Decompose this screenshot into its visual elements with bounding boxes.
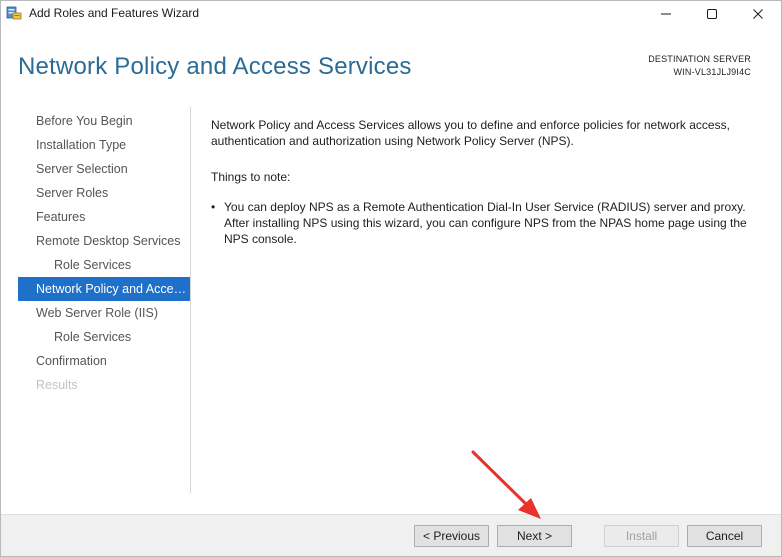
nav-item-results: Results: [36, 378, 78, 392]
minimize-icon[interactable]: [643, 1, 689, 27]
title-bar: Add Roles and Features Wizard: [1, 1, 781, 27]
nav-item-features[interactable]: Features: [18, 205, 190, 229]
window-title: Add Roles and Features Wizard: [29, 6, 200, 20]
nav-item-before-you-begin[interactable]: Before You Begin: [18, 109, 190, 133]
nav-item-server-roles[interactable]: Server Roles: [18, 181, 190, 205]
nav-item-web-server-role[interactable]: Web Server Role (IIS): [18, 301, 190, 325]
page-title: Network Policy and Access Services: [18, 53, 412, 80]
server-manager-icon: [6, 5, 22, 21]
nav-divider: [190, 107, 191, 493]
nav-item-remote-desktop-services[interactable]: Remote Desktop Services: [18, 229, 190, 253]
close-icon[interactable]: [735, 1, 781, 27]
previous-button[interactable]: < Previous: [414, 525, 489, 547]
nav-item-rds-role-services[interactable]: Role Services: [18, 253, 190, 277]
note-item: • You can deploy NPS as a Remote Authent…: [211, 199, 761, 247]
bullet: •: [211, 200, 216, 214]
nav-item-server-selection[interactable]: Server Selection: [18, 157, 190, 181]
cancel-button[interactable]: Cancel: [687, 525, 762, 547]
nav-item-network-policy-access-services[interactable]: Network Policy and Access Services: [18, 277, 190, 301]
destination-server-name: WIN-VL31JLJ9I4C: [673, 67, 751, 77]
content-pane: Network Policy and Access Services allow…: [211, 117, 761, 247]
note-text: You can deploy NPS as a Remote Authentic…: [224, 200, 747, 246]
nav-item-iis-role-services[interactable]: Role Services: [18, 325, 190, 349]
button-bar: < Previous Next > Install Cancel: [1, 514, 781, 556]
destination-server-label: DESTINATION SERVER: [648, 54, 751, 64]
intro-text: Network Policy and Access Services allow…: [211, 118, 730, 148]
nav-item-installation-type[interactable]: Installation Type: [18, 133, 190, 157]
wizard-steps-nav: Before You Begin Installation Type Serve…: [18, 109, 190, 397]
maximize-icon[interactable]: [689, 1, 735, 27]
notes-heading: Things to note:: [211, 170, 291, 184]
install-button: Install: [604, 525, 679, 547]
next-button[interactable]: Next >: [497, 525, 572, 547]
nav-item-confirmation[interactable]: Confirmation: [18, 349, 190, 373]
wizard-window: Add Roles and Features Wizard Network Po…: [0, 0, 782, 557]
